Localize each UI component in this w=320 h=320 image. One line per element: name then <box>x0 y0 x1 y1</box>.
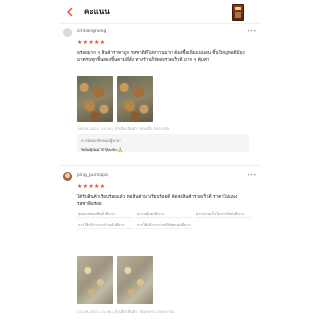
page-title: คะแนน <box>84 7 110 16</box>
back-arrow-icon <box>67 7 73 16</box>
review-tag: คุณภาพของสินค้าดีมาก <box>77 210 133 218</box>
reviewer-name: ping_purnapa <box>77 173 108 178</box>
review-tag: ความรวดเร็วในการจัดส่งดีมาก <box>195 210 251 218</box>
review-photos <box>77 256 153 304</box>
rating-stars: ★★★★★ <box>77 39 106 46</box>
avatar[interactable] <box>63 28 72 37</box>
seller-reply: การตอบกลับของผู้ขาย: ขอบคุณมากๆนะคะ🙏 <box>77 134 249 153</box>
review-photo[interactable] <box>117 76 153 122</box>
review-tag: การให้บริการจากร้านค้าดีมาก <box>77 221 133 229</box>
review-tag: ความคุ้มค่าดีมาก <box>136 210 192 218</box>
review-tag: การให้บริการจากบริษัทขนส่งดีมาก <box>136 223 192 229</box>
review-user-row: ping_purnapa ••• <box>60 172 260 183</box>
product-thumbnail[interactable] <box>232 4 244 21</box>
top-bar: คะแนน <box>60 0 260 24</box>
more-options-icon[interactable]: ••• <box>247 28 257 35</box>
rating-screen: คะแนน sirinongnong ••• ★★★★★ อร่อยมาก ๆ … <box>60 0 260 320</box>
reviewer-name: sirinongnong <box>77 29 107 34</box>
review-meta: 17-09-2021 11:46 | ตัวเลือกสินค้า: ซองกล… <box>77 309 175 314</box>
review-text: อร่อยมาก ๆ สินค้าราคาถูก รสชาติดีไม่หวาน… <box>77 51 245 63</box>
review-meta: 16-09-2021 14:34 | ตัวเลือกสินค้า: ซองเล… <box>77 126 169 131</box>
review-item: ping_purnapa ••• ★★★★★ ได้รับสินค้าเรียบ… <box>60 172 260 314</box>
rating-stars: ★★★★★ <box>77 183 106 190</box>
seller-reply-text: ขอบคุณมากๆนะคะ🙏 <box>81 148 123 153</box>
divider <box>60 165 260 166</box>
review-item: sirinongnong ••• ★★★★★ อร่อยมาก ๆ สินค้า… <box>60 28 260 153</box>
seller-reply-title: การตอบกลับของผู้ขาย: <box>81 138 121 143</box>
review-photos <box>77 76 153 122</box>
avatar[interactable] <box>63 172 72 181</box>
review-text: ได้รับสินค้าเรียบร้อยแล้ว ห่อสินค้ามาเรี… <box>77 195 238 207</box>
review-tags: คุณภาพของสินค้าดีมาก ความคุ้มค่าดีมาก คว… <box>77 210 253 229</box>
more-options-icon[interactable]: ••• <box>247 172 257 179</box>
back-button[interactable] <box>60 0 80 24</box>
review-photo[interactable] <box>77 256 113 304</box>
review-photo[interactable] <box>77 76 113 122</box>
review-photo[interactable] <box>117 256 153 304</box>
review-user-row: sirinongnong ••• <box>60 28 260 39</box>
